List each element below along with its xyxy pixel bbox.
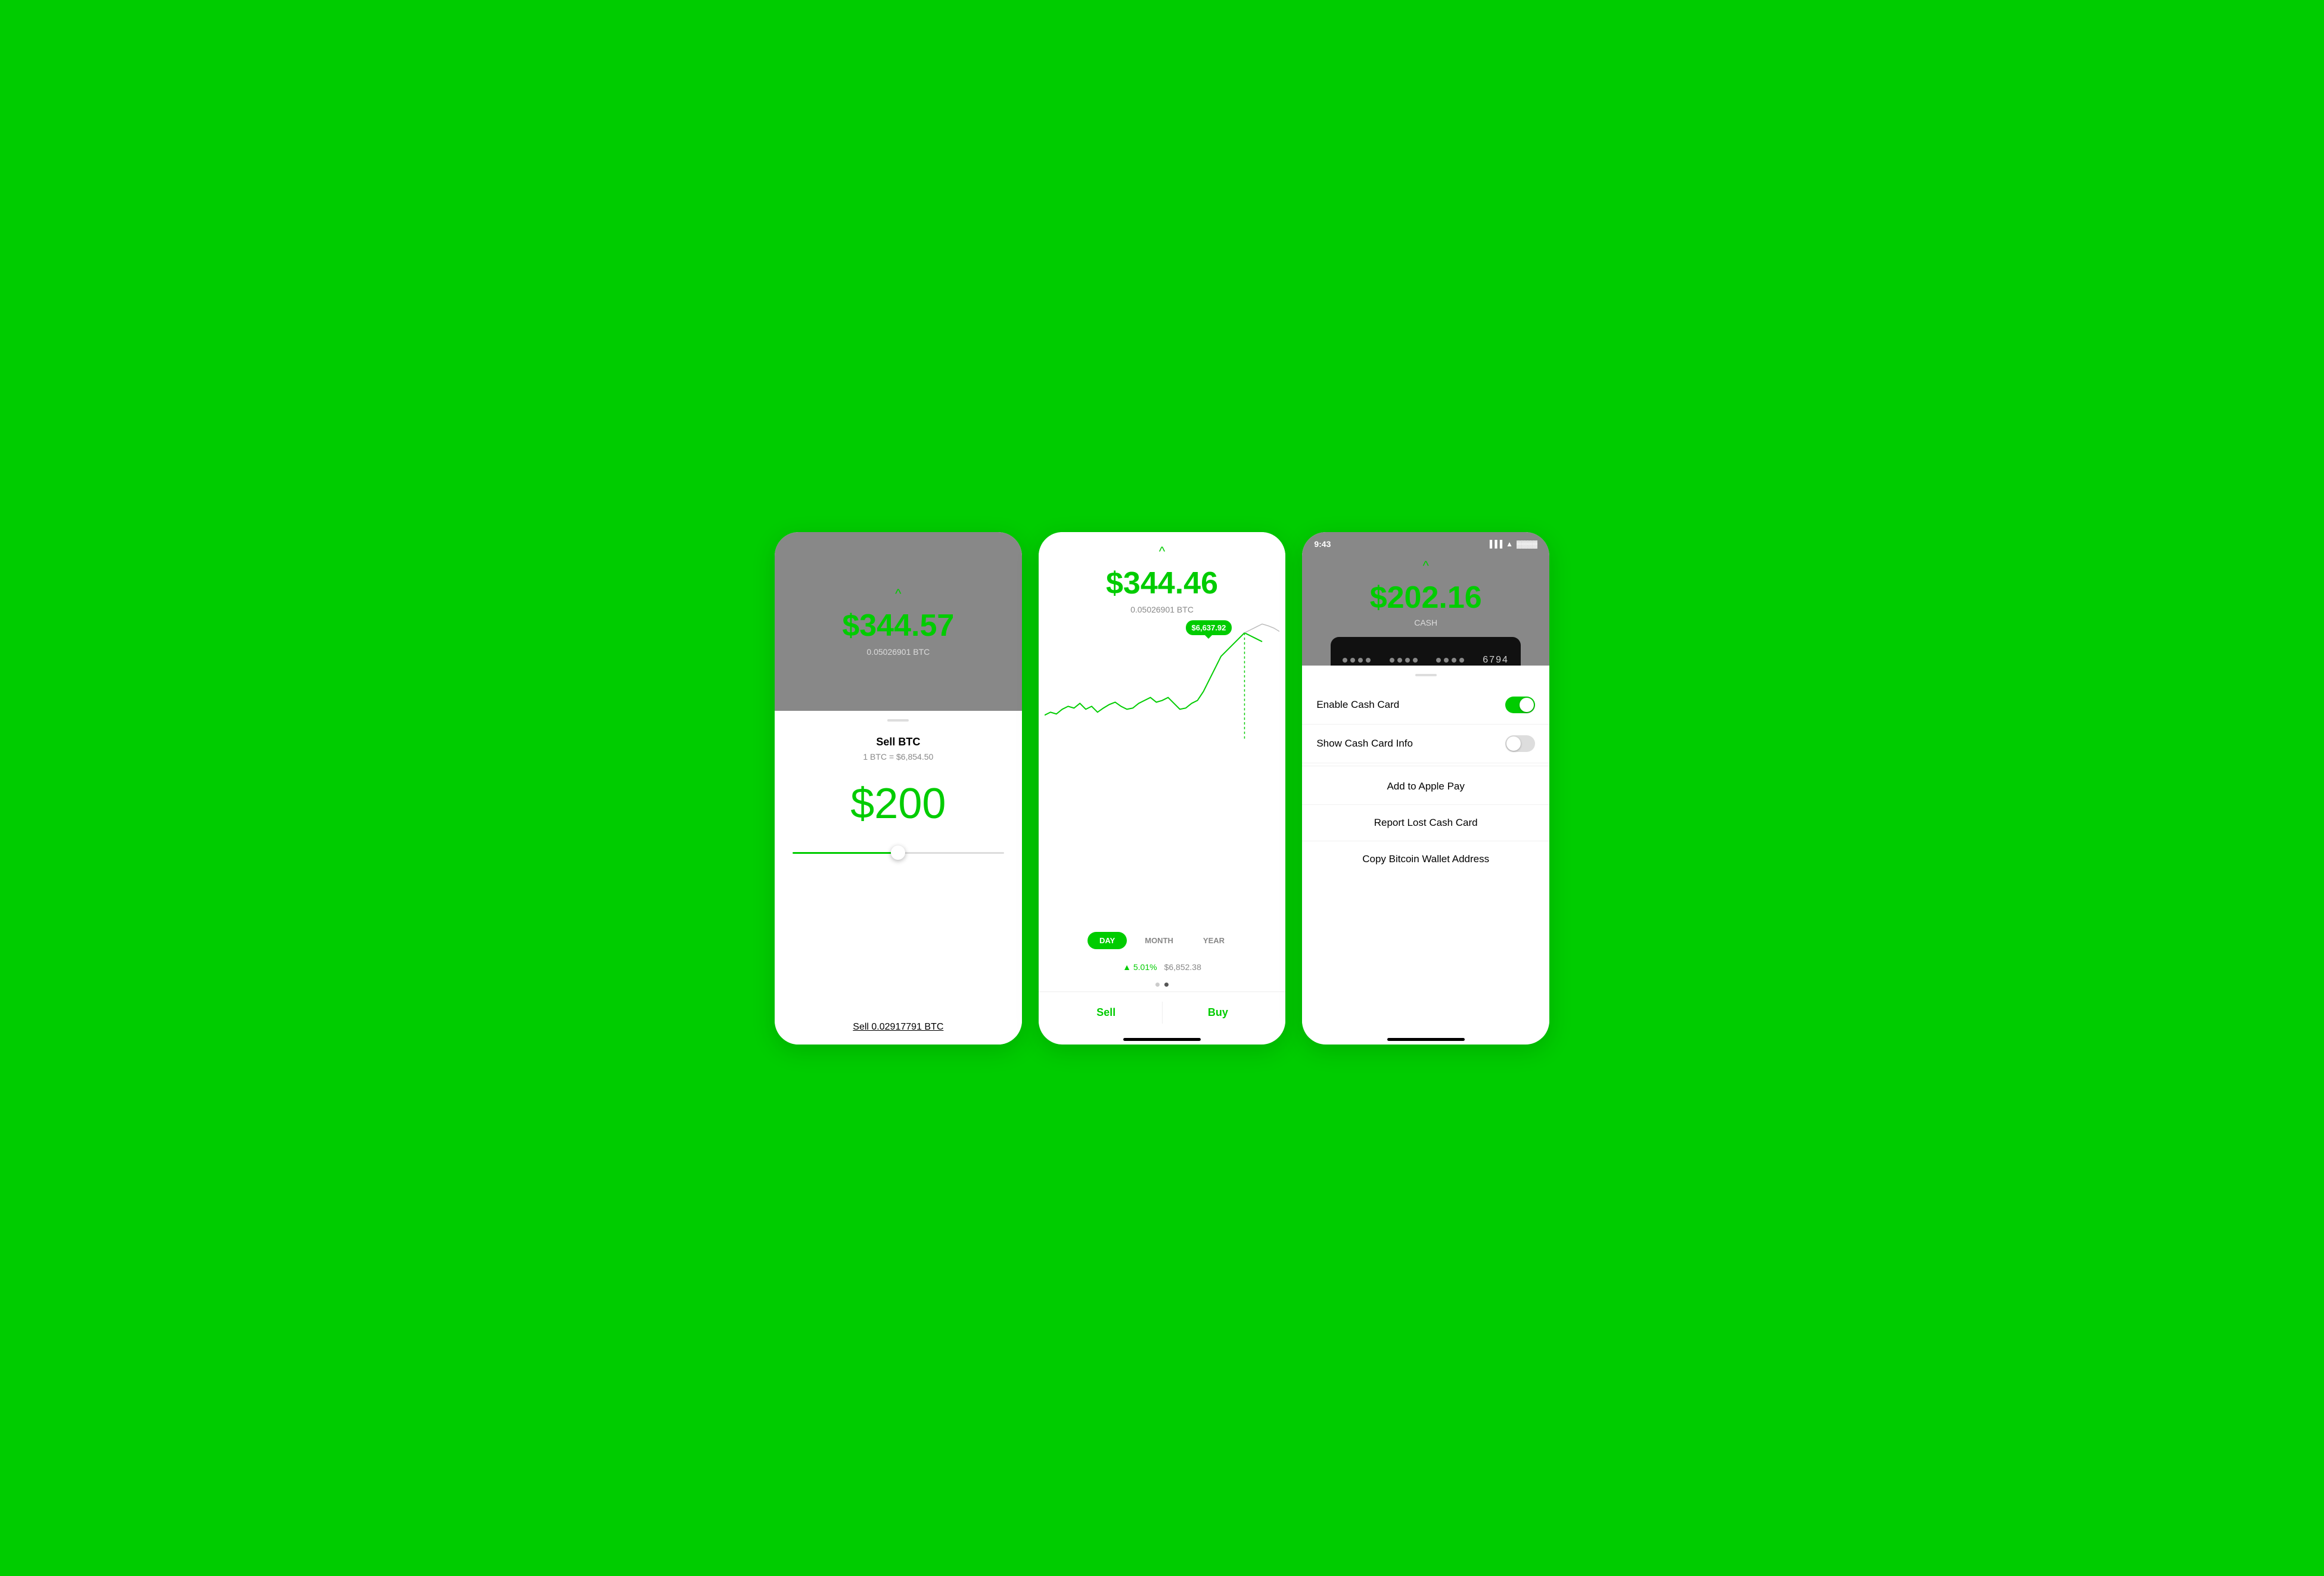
screen-btc-chart: ^ $344.46 0.05026901 BTC $6,637.92 DAY M… [1039,532,1286,1045]
add-to-apple-pay-button[interactable]: Add to Apple Pay [1302,769,1549,805]
screen2-header: ^ $344.46 0.05026901 BTC [1051,544,1274,614]
btc-balance-amount: $344.57 [842,608,954,644]
card-dot [1390,658,1394,663]
card-dots-row: 6794 [1343,655,1508,666]
show-cash-card-info-toggle[interactable] [1505,735,1535,752]
menu-show-cash-card-info[interactable]: Show Cash Card Info [1302,725,1549,763]
home-indicator [1123,1038,1201,1041]
screen1-top-bg: ^ $344.57 0.05026901 BTC [775,532,1022,711]
btc-balance-subtitle: 0.05026901 BTC [866,647,930,657]
screen-sell-btc: ^ $344.57 0.05026901 BTC Sell BTC 1 BTC … [775,532,1022,1045]
slider-thumb[interactable] [891,845,905,860]
sell-slider[interactable] [793,852,1004,854]
card-dot [1459,658,1464,663]
card-dot [1366,658,1371,663]
card-dot [1444,658,1449,663]
sell-title: Sell BTC [876,736,920,748]
card-dot-group-3 [1436,658,1464,663]
screen3-bottom-sheet: Enable Cash Card Show Cash Card Info Add… [1302,666,1549,1038]
chart-tooltip: $6,637.92 [1186,620,1232,635]
tab-day[interactable]: DAY [1088,932,1127,949]
btc-chart-subtitle: 0.05026901 BTC [1130,605,1194,614]
sell-rate: 1 BTC = $6,854.50 [863,752,933,761]
btc-chart-svg [1045,620,1280,739]
slider-track [793,852,1004,854]
show-cash-card-info-label: Show Cash Card Info [1316,738,1413,750]
dot-2 [1164,983,1169,987]
sell-dollar-amount: $200 [850,779,946,828]
cash-subtitle: CASH [1414,618,1437,627]
card-dot [1452,658,1456,663]
price-change-pct: ▲ 5.01% [1123,962,1157,972]
status-icons: ▐▐▐ ▲ ▓▓▓▓ [1487,540,1537,548]
screen2-top-section: ^ $344.46 0.05026901 BTC $6,637.92 DAY M… [1039,532,1286,991]
screen3-top-bg: ^ $202.16 CASH [1302,552,1549,666]
wifi-icon: ▲ [1506,540,1513,548]
card-dot [1397,658,1402,663]
sell-btc-label: Sell 0.02917791 BTC [853,1022,943,1033]
screen-cash-card: 9:43 ▐▐▐ ▲ ▓▓▓▓ ^ $202.16 CASH [1302,532,1549,1045]
card-dot [1358,658,1363,663]
card-dot [1405,658,1410,663]
chevron-up-icon-3: ^ [1423,558,1429,574]
copy-bitcoin-wallet-button[interactable]: Copy Bitcoin Wallet Address [1302,841,1549,877]
btc-chart-value: $344.46 [1106,565,1218,601]
card-dot [1436,658,1441,663]
time-tabs: DAY MONTH YEAR [1051,932,1274,949]
report-lost-cash-card-button[interactable]: Report Lost Cash Card [1302,805,1549,841]
price-change-val: $6,852.38 [1164,962,1201,972]
signal-icon: ▐▐▐ [1487,540,1503,548]
enable-cash-card-label: Enable Cash Card [1316,699,1399,711]
card-dot-group-2 [1390,658,1418,663]
btc-chart-area: $6,637.92 [1045,620,1280,925]
screens-container: ^ $344.57 0.05026901 BTC Sell BTC 1 BTC … [775,532,1549,1045]
status-time: 9:43 [1314,539,1331,549]
chevron-up-icon: ^ [895,586,901,602]
enable-cash-card-toggle[interactable] [1505,697,1535,713]
tab-month[interactable]: MONTH [1133,932,1185,949]
card-last-four: 6794 [1483,655,1509,666]
dot-indicators [1051,983,1274,987]
card-dot-group-1 [1343,658,1371,663]
screen2-bottom-bar: Sell Buy [1039,991,1286,1033]
tab-year[interactable]: YEAR [1191,932,1236,949]
battery-icon: ▓▓▓▓ [1517,540,1537,548]
menu-enable-cash-card[interactable]: Enable Cash Card [1302,686,1549,725]
price-change-row: ▲ 5.01% $6,852.38 [1051,956,1274,978]
bottom-drag-handle [1415,674,1437,676]
status-bar: 9:43 ▐▐▐ ▲ ▓▓▓▓ [1302,532,1549,552]
buy-button[interactable]: Buy [1163,999,1274,1026]
toggle-thumb [1520,698,1534,712]
dot-1 [1155,983,1160,987]
drag-handle [887,719,909,722]
card-dot [1343,658,1347,663]
card-dot [1350,658,1355,663]
chevron-up-icon-2: ^ [1159,544,1165,559]
screen1-bottom-sheet: Sell BTC 1 BTC = $6,854.50 $200 Sell 0.0… [775,711,1022,1045]
cash-balance: $202.16 [1370,580,1482,616]
sell-button[interactable]: Sell [1051,999,1162,1026]
card-dot [1413,658,1418,663]
home-indicator-3 [1387,1038,1465,1041]
toggle-thumb-2 [1506,736,1521,751]
